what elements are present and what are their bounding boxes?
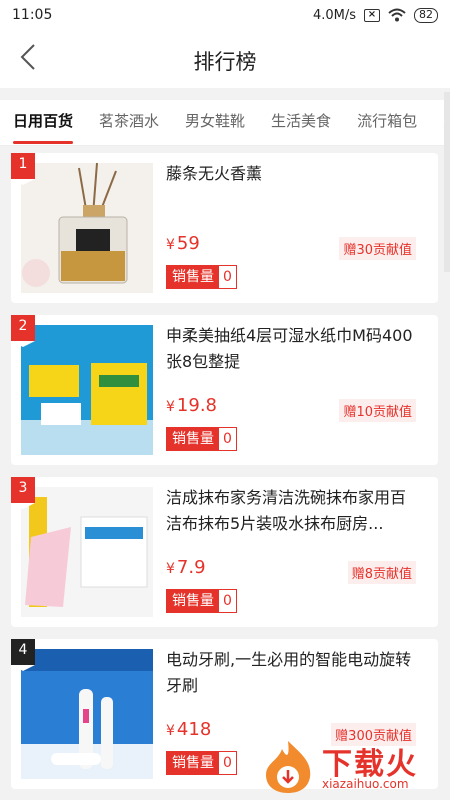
contribution-badge: 赠8贡献值	[347, 561, 416, 584]
category-tabs: 日用百货 茗茶酒水 男女鞋靴 生活美食 流行箱包 男	[0, 100, 450, 146]
product-name[interactable]: 电动牙刷,一生必用的智能电动旋转牙刷	[166, 647, 421, 699]
tab-bags[interactable]: 流行箱包	[344, 100, 430, 145]
active-tab-indicator	[13, 141, 74, 144]
product-price: ¥59	[166, 233, 200, 254]
watermark: 下载火 xiazaihuo.com	[260, 739, 440, 794]
product-image	[21, 325, 153, 455]
tab-tea-wine[interactable]: 茗茶酒水	[86, 100, 172, 145]
rank-badge: 4	[11, 639, 35, 671]
product-name[interactable]: 洁成抹布家务清洁洗碗抹布家用百洁布抹布5片装吸水抹布厨房...	[166, 485, 421, 537]
sales-volume: 销售量 0	[166, 427, 237, 451]
tab-shoes[interactable]: 男女鞋靴	[172, 100, 258, 145]
wifi-icon	[388, 8, 406, 22]
contribution-badge: 赠30贡献值	[339, 237, 416, 260]
battery-icon: 82	[414, 7, 438, 23]
navigation-bar: 排行榜	[0, 30, 450, 88]
sales-volume: 销售量 0	[166, 589, 237, 613]
product-image	[21, 487, 153, 617]
rank-badge: 3	[11, 477, 35, 509]
rank-badge: 1	[11, 153, 35, 185]
product-card[interactable]: 2 申柔美抽纸4层可湿水纸巾M码400张8包整提 ¥19.8 赠10贡献值 销售…	[11, 315, 438, 465]
network-speed: 4.0M/s	[312, 7, 356, 23]
product-price: ¥19.8	[166, 395, 217, 416]
contribution-badge: 赠10贡献值	[339, 399, 416, 422]
watermark-url: xiazaihuo.com	[322, 777, 409, 791]
status-bar: 11:05 4.0M/s × 82	[0, 0, 450, 30]
status-time: 11:05	[12, 7, 53, 23]
tab-food[interactable]: 生活美食	[258, 100, 344, 145]
product-price: ¥7.9	[166, 557, 206, 578]
sales-volume: 销售量 0	[166, 751, 237, 775]
rank-badge: 2	[11, 315, 35, 347]
product-card[interactable]: 1 藤条无火香薰 ¥59 赠30贡献值 销售量 0	[11, 153, 438, 303]
sim-icon: ×	[364, 8, 380, 22]
page-title: 排行榜	[193, 50, 257, 74]
product-card[interactable]: 3 洁成抹布家务清洁洗碗抹布家用百洁布抹布5片装吸水抹布厨房... ¥7.9 赠…	[11, 477, 438, 627]
tab-daily-goods[interactable]: 日用百货	[0, 100, 86, 145]
scrollbar[interactable]	[444, 92, 450, 272]
sales-volume: 销售量 0	[166, 265, 237, 289]
product-image	[21, 163, 153, 293]
status-icons: 4.0M/s × 82	[312, 7, 438, 23]
product-image	[21, 649, 153, 779]
product-price: ¥418	[166, 719, 212, 740]
product-name[interactable]: 申柔美抽纸4层可湿水纸巾M码400张8包整提	[166, 323, 421, 375]
product-name[interactable]: 藤条无火香薰	[166, 161, 421, 187]
flame-logo-icon	[266, 741, 311, 793]
